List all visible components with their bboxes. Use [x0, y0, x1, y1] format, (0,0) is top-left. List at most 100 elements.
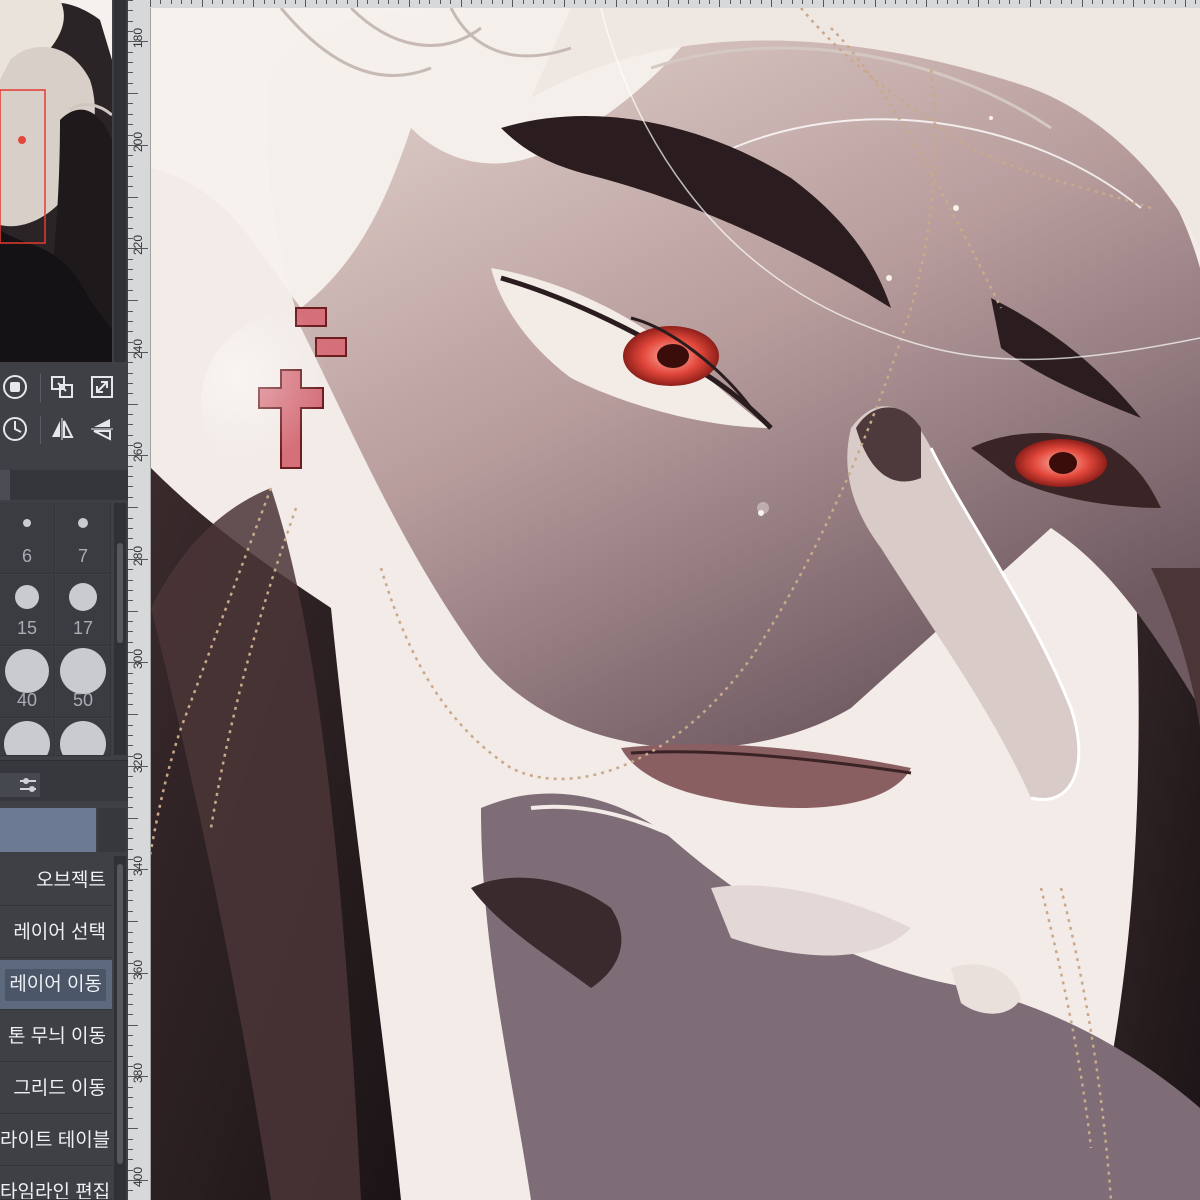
ruler-tick — [222, 0, 223, 4]
ruler-tick — [128, 486, 133, 487]
ruler-tick — [274, 0, 275, 4]
ruler-tick — [128, 331, 133, 332]
ruler-tick — [647, 0, 648, 4]
ruler-tick — [128, 269, 133, 270]
scrollbar-thumb[interactable] — [117, 864, 123, 1164]
sub-tool-scrollbar[interactable] — [114, 856, 126, 1200]
ruler-tick — [740, 0, 741, 4]
ruler-tick — [128, 942, 133, 943]
flip-horizontal-icon[interactable] — [47, 414, 77, 444]
ruler-tick — [947, 0, 948, 4]
navigator-scrollbar[interactable] — [114, 0, 126, 362]
rotate-icon[interactable] — [0, 414, 30, 444]
flip-vertical-icon[interactable] — [87, 414, 117, 444]
sub-tool-layer-select[interactable]: 레이어 선택 — [0, 908, 112, 958]
brush-size-value: 6 — [21, 546, 32, 566]
tool-property-tab[interactable] — [0, 773, 40, 797]
ruler-tick — [512, 0, 513, 7]
ruler-tick — [128, 72, 133, 73]
sub-tool-list: 오브젝트 레이어 선택 레이어 이동 톤 무늬 이동 그리드 이동 라이트 테이… — [0, 856, 112, 1200]
brush-size-tab-strip — [0, 470, 128, 500]
ruler-tick — [128, 424, 133, 425]
ruler-tick — [429, 0, 430, 4]
ruler-tick — [812, 0, 813, 4]
ruler-tick — [128, 393, 133, 394]
ruler-tick — [128, 1087, 133, 1088]
ruler-tick — [150, 0, 151, 7]
ruler-tick — [128, 787, 133, 788]
brush-size-tab[interactable] — [0, 470, 10, 500]
brush-size-cell[interactable]: 6 — [0, 503, 55, 574]
ruler-tick — [128, 311, 133, 312]
ruler-tick — [128, 279, 133, 280]
sub-tool-timeline-edit[interactable]: 타임라인 편집 — [0, 1168, 112, 1200]
ruler-tick — [440, 0, 441, 4]
brush-size-cell[interactable] — [56, 719, 111, 756]
ruler-tick — [128, 21, 133, 22]
ruler-tick — [128, 1159, 133, 1160]
brush-size-cell[interactable]: 7 — [56, 503, 111, 574]
brush-size-cell[interactable]: 40 — [0, 647, 55, 718]
ruler-label: 300 — [131, 648, 145, 669]
ruler-tick — [688, 0, 689, 4]
ruler-tick — [336, 0, 337, 4]
sub-tool-object[interactable]: 오브젝트 — [0, 856, 112, 906]
brush-size-value: 15 — [16, 618, 38, 638]
ruler-tick — [128, 1107, 133, 1108]
ruler-tick — [730, 0, 731, 4]
ruler-tick — [128, 807, 133, 808]
ruler-tick — [502, 0, 503, 4]
ruler-tick — [409, 0, 410, 7]
ruler-tick — [181, 0, 182, 4]
ruler-tick — [128, 745, 133, 746]
ruler-tick — [1102, 0, 1103, 4]
ruler-tick — [895, 0, 896, 4]
sub-tool-layer-move[interactable]: 레이어 이동 — [0, 960, 112, 1010]
brush-size-cell[interactable] — [0, 719, 55, 756]
brush-size-scrollbar[interactable] — [114, 503, 126, 755]
transform-icon[interactable] — [47, 372, 77, 402]
brush-size-cell[interactable]: 15 — [0, 575, 55, 646]
navigator-thumbnail[interactable] — [0, 0, 112, 362]
ruler-tick — [128, 704, 133, 705]
ruler-tick — [128, 1097, 133, 1098]
ruler-label: 280 — [131, 545, 145, 566]
ruler-tick — [128, 818, 138, 819]
stop-icon[interactable] — [0, 372, 30, 402]
ruler-tick — [128, 849, 133, 850]
ruler-tick — [128, 186, 133, 187]
ruler-tick — [128, 62, 133, 63]
brush-size-cell[interactable]: 50 — [56, 647, 111, 718]
current-color-bar[interactable] — [0, 808, 96, 852]
ruler-tick — [1154, 0, 1155, 4]
ruler-tick — [128, 466, 133, 467]
ruler-tick — [128, 435, 133, 436]
scrollbar-thumb[interactable] — [117, 543, 123, 643]
ruler-tick — [128, 994, 133, 995]
ruler-label: 340 — [131, 855, 145, 876]
ruler-tick — [781, 0, 782, 4]
sub-tool-tone-move[interactable]: 톤 무늬 이동 — [0, 1012, 112, 1062]
ruler-tick — [128, 673, 133, 674]
drawing-canvas[interactable] — [151, 8, 1200, 1200]
sub-tool-label: 그리드 이동 — [13, 1078, 106, 1099]
ruler-tick — [916, 0, 917, 4]
brush-size-preview — [60, 721, 106, 755]
ruler-tick — [128, 497, 133, 498]
ruler-tick — [761, 0, 762, 4]
ruler-tick — [988, 0, 989, 4]
ruler-tick — [128, 600, 133, 601]
ruler-tick — [864, 0, 865, 4]
sub-tool-light-table[interactable]: 라이트 테이블 — [0, 1116, 112, 1166]
brush-size-cell[interactable]: 17 — [56, 575, 111, 646]
ruler-tick — [999, 0, 1000, 4]
fit-screen-icon[interactable] — [87, 372, 117, 402]
ruler-tick — [128, 507, 138, 508]
ruler-tick — [128, 611, 138, 612]
ruler-tick — [128, 1045, 133, 1046]
ruler-tick — [128, 1056, 133, 1057]
ruler-tick — [316, 0, 317, 4]
ruler-tick — [1040, 0, 1041, 4]
ruler-tick — [450, 0, 451, 4]
sub-tool-grid-move[interactable]: 그리드 이동 — [0, 1064, 112, 1114]
